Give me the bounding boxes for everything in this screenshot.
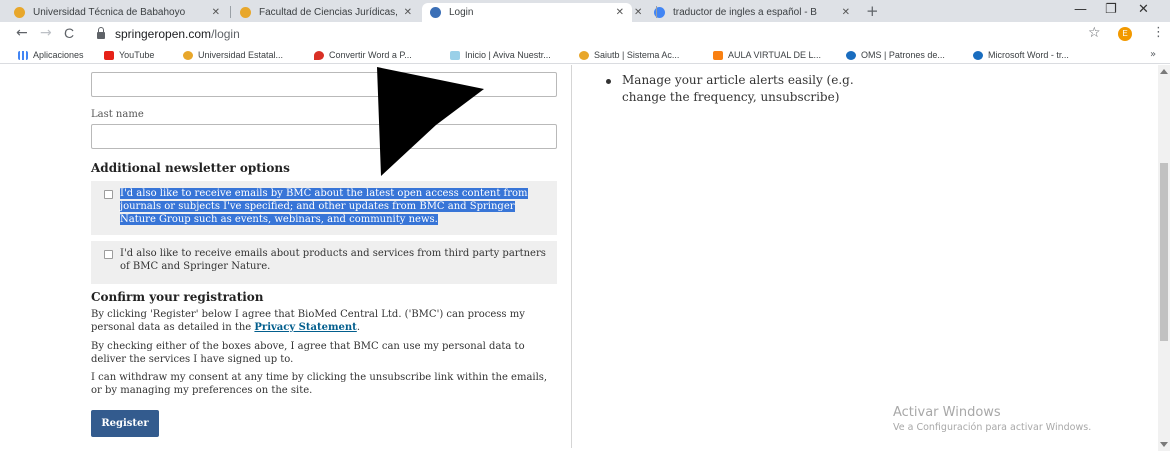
close-tab-icon[interactable]: ✕ (616, 7, 624, 18)
minimize-button[interactable]: — (1074, 2, 1087, 17)
bullet-dot (606, 79, 611, 84)
reload-button[interactable]: C (64, 25, 74, 41)
register-button[interactable]: Register (91, 410, 159, 437)
newsletter-option-1-checkbox[interactable] (104, 190, 113, 199)
bookmark-microsoft-word[interactable]: Microsoft Word - tr... (973, 48, 1069, 62)
tab-universidad-tecnica[interactable]: Universidad Técnica de Babahoyo ✕ (6, 3, 228, 22)
scrollbar-thumb[interactable] (1160, 163, 1168, 341)
bookmark-label: Convertir Word a P... (329, 50, 412, 60)
close-tab-icon[interactable]: ✕ (404, 7, 412, 18)
close-tab-icon[interactable]: ✕ (212, 7, 220, 18)
aviva-icon (450, 50, 460, 60)
oms-icon (846, 50, 856, 60)
tab-facultad[interactable]: Facultad de Ciencias Jurídicas, So ✕ (232, 3, 420, 22)
tab-title: traductor de ingles a español - B (673, 7, 817, 18)
browser-tab-strip: Universidad Técnica de Babahoyo ✕ Facult… (0, 0, 1170, 22)
back-button[interactable]: ← (16, 25, 28, 41)
newsletter-heading: Additional newsletter options (91, 161, 290, 175)
scroll-down-icon[interactable] (1160, 442, 1168, 447)
consent-paragraph-1: By clicking 'Register' below I agree tha… (91, 308, 551, 334)
consent-paragraph-2: By checking either of the boxes above, I… (91, 341, 525, 365)
newsletter-option-2[interactable]: I'd also like to receive emails about pr… (91, 241, 557, 284)
bookmark-label: Universidad Estatal... (198, 50, 284, 60)
consent-text-end: . (356, 322, 360, 333)
browser-menu-icon[interactable]: ⋮ (1152, 25, 1165, 40)
bookmark-convertir-word[interactable]: Convertir Word a P... (314, 48, 412, 62)
new-tab-button[interactable]: + (866, 2, 879, 20)
bookmark-label: Saiutb | Sistema Ac... (594, 50, 680, 60)
bookmark-label: YouTube (119, 50, 155, 60)
lock-icon (97, 26, 105, 39)
profile-avatar[interactable]: E (1118, 27, 1132, 41)
url-host: springeropen.com (115, 27, 212, 41)
bookmark-oms[interactable]: OMS | Patrones de... (846, 48, 945, 62)
university-icon (14, 7, 25, 18)
tab-title: Facultad de Ciencias Jurídicas, So (259, 7, 398, 18)
tab-separator (656, 6, 657, 18)
newsletter-option-2-checkbox[interactable] (104, 250, 113, 259)
bookmark-aviva[interactable]: Inicio | Aviva Nuestr... (450, 48, 551, 62)
forward-button[interactable]: → (40, 25, 52, 41)
watermark-title: Activar Windows (893, 405, 1001, 420)
bookmark-label: OMS | Patrones de... (861, 50, 945, 60)
last-name-label: Last name (91, 109, 144, 120)
bookmark-label: Microsoft Word - tr... (988, 50, 1069, 60)
benefit-item: Manage your article alerts easily (e.g. … (622, 73, 854, 104)
more-bookmarks-icon[interactable]: » (1150, 49, 1156, 60)
apps-grid-icon (18, 50, 28, 60)
consent-paragraph-3: I can withdraw my consent at any time by… (91, 372, 548, 396)
bookmark-aula-virtual[interactable]: AULA VIRTUAL DE L... (713, 48, 821, 62)
university-icon (183, 50, 193, 60)
bookmark-label: Inicio | Aviva Nuestr... (465, 50, 551, 60)
tab-login[interactable]: Login ✕ (422, 3, 632, 22)
heart-icon (314, 50, 324, 60)
tab-separator (230, 6, 231, 18)
moodle-icon (713, 50, 723, 60)
bookmark-saiutb[interactable]: Saiutb | Sistema Ac... (579, 48, 679, 62)
browser-toolbar: ← → C springeropen.com/login ☆ E ⋮ (0, 22, 1170, 46)
last-name-input[interactable] (91, 124, 557, 149)
url-path: /login (211, 27, 240, 41)
scroll-up-icon[interactable] (1160, 69, 1168, 74)
close-tab-icon[interactable]: ✕ (842, 7, 850, 18)
tab-gap-2 (432, 3, 448, 22)
bookmarks-bar: Aplicaciones YouTube Universidad Estatal… (0, 46, 1170, 64)
confirm-heading: Confirm your registration (91, 290, 264, 304)
column-divider (571, 65, 572, 448)
tab-title: Login (449, 7, 474, 18)
selected-text: I'd also like to receive emails by BMC a… (120, 188, 528, 225)
restore-button[interactable]: ❐ (1105, 2, 1117, 17)
newsletter-option-1[interactable]: I'd also like to receive emails by BMC a… (91, 181, 557, 235)
bookmark-label: Aplicaciones (33, 50, 84, 60)
bookmark-star-icon[interactable]: ☆ (1088, 25, 1101, 41)
tab-traductor[interactable]: traductor de ingles a español - B ✕ (646, 3, 858, 22)
page-scrollbar[interactable] (1158, 65, 1170, 451)
bookmark-youtube[interactable]: YouTube (104, 48, 154, 62)
saiutb-icon (579, 50, 589, 60)
newsletter-option-2-text: I'd also like to receive emails about pr… (120, 248, 546, 272)
first-name-input[interactable] (91, 72, 557, 97)
watermark-subtitle: Ve a Configuración para activar Windows. (893, 422, 1092, 433)
newsletter-option-1-text: I'd also like to receive emails by BMC a… (120, 187, 550, 226)
tab-title: Universidad Técnica de Babahoyo (33, 7, 186, 18)
benefits-list: Manage your article alerts easily (e.g. … (606, 72, 862, 106)
address-bar[interactable]: springeropen.com/login (97, 24, 1107, 44)
university-icon (240, 7, 251, 18)
youtube-icon (104, 50, 114, 60)
oms-icon (973, 50, 983, 60)
windows-activation-watermark: Activar Windows Ve a Configuración para … (893, 405, 1091, 433)
page-content: Last name Additional newsletter options … (0, 65, 1170, 451)
bookmark-aplicaciones[interactable]: Aplicaciones (18, 48, 84, 62)
privacy-statement-link[interactable]: Privacy Statement (254, 322, 356, 333)
bookmark-label: AULA VIRTUAL DE L... (728, 50, 822, 60)
bookmark-universidad-estatal[interactable]: Universidad Estatal... (183, 48, 283, 62)
close-window-button[interactable]: ✕ (1138, 2, 1149, 17)
